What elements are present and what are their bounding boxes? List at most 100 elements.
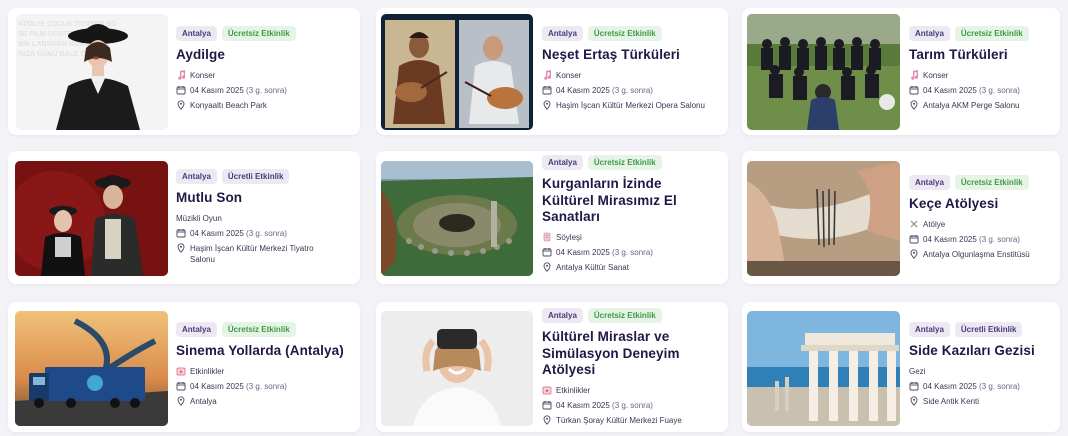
event-card[interactable]: ATÖLYE ÇOCUK TİYATRO SÖ ŞE FİLM GÖSTERİM… bbox=[8, 8, 360, 135]
event-date: 04 Kasım 2025 bbox=[190, 381, 244, 391]
event-date-relative: (3 g. sonra) bbox=[246, 228, 287, 238]
event-image-neset-ertas[interactable] bbox=[381, 14, 533, 130]
event-date: 04 Kasım 2025 bbox=[923, 85, 977, 95]
location-pin-icon bbox=[909, 248, 919, 259]
city-badge: Antalya bbox=[176, 322, 217, 337]
location-pin-icon bbox=[909, 99, 919, 110]
event-image-side-kazilari[interactable] bbox=[747, 311, 900, 426]
event-date: 04 Kasım 2025 bbox=[190, 85, 244, 95]
event-category: Gezi bbox=[909, 366, 926, 376]
music-note-icon bbox=[909, 69, 919, 80]
price-badge: Ücretli Etkinlik bbox=[221, 169, 290, 184]
event-date-relative: (3 g. sonra) bbox=[612, 247, 653, 257]
calendar-star-icon bbox=[542, 385, 552, 395]
event-venue: Haşim İşcan Kültür Merkezi Tiyatro Salon… bbox=[190, 243, 314, 264]
event-date-relative: (3 g. sonra) bbox=[979, 234, 1020, 244]
city-badge: Antalya bbox=[909, 175, 950, 190]
event-title[interactable]: Kültürel Miraslar ve Simülasyon Deneyim … bbox=[542, 329, 682, 379]
calendar-icon bbox=[542, 85, 552, 95]
location-pin-icon bbox=[176, 395, 186, 406]
location-pin-icon bbox=[542, 261, 552, 272]
price-badge: Ücretsiz Etkinlik bbox=[587, 155, 662, 170]
city-badge: Antalya bbox=[542, 26, 583, 41]
calendar-icon bbox=[176, 228, 186, 238]
event-card[interactable]: Antalya Ücretsiz Etkinlik Kültürel Miras… bbox=[376, 302, 728, 432]
event-venue: Antalya Kültür Sanat bbox=[556, 262, 629, 272]
calendar-icon bbox=[909, 85, 919, 95]
price-badge: Ücretsiz Etkinlik bbox=[221, 322, 296, 337]
event-card[interactable]: Antalya Ücretsiz Etkinlik Sinema Yollard… bbox=[8, 302, 360, 432]
event-title[interactable]: Kurganların İzinde Kültürel Mirasımız El… bbox=[542, 176, 682, 226]
event-title[interactable]: Aydilge bbox=[176, 47, 352, 64]
price-badge: Ücretli Etkinlik bbox=[954, 322, 1023, 337]
event-card[interactable]: Antalya Ücretsiz Etkinlik Kurganların İz… bbox=[376, 151, 728, 284]
price-badge: Ücretsiz Etkinlik bbox=[221, 26, 296, 41]
calendar-star-icon bbox=[176, 366, 186, 376]
event-category: Konser bbox=[190, 70, 216, 80]
event-venue: Antalya Olgunlaşma Enstitüsü bbox=[923, 249, 1030, 259]
location-pin-icon bbox=[909, 395, 919, 406]
calendar-icon bbox=[542, 247, 552, 257]
event-date-relative: (3 g. sonra) bbox=[612, 400, 653, 410]
city-badge: Antalya bbox=[542, 155, 583, 170]
event-date: 04 Kasım 2025 bbox=[190, 228, 244, 238]
event-date: 04 Kasım 2025 bbox=[556, 247, 610, 257]
document-icon bbox=[542, 232, 552, 242]
event-title[interactable]: Keçe Atölyesi bbox=[909, 196, 1057, 213]
event-image-kece-atolyesi[interactable] bbox=[747, 161, 900, 276]
event-category: Konser bbox=[923, 70, 949, 80]
price-badge: Ücretsiz Etkinlik bbox=[587, 308, 662, 323]
price-badge: Ücretsiz Etkinlik bbox=[954, 26, 1029, 41]
event-title[interactable]: Tarım Türküleri bbox=[909, 47, 1057, 64]
location-pin-icon bbox=[542, 99, 552, 110]
event-category: Etkinlikler bbox=[190, 366, 225, 376]
event-date: 04 Kasım 2025 bbox=[923, 234, 977, 244]
event-date-relative: (3 g. sonra) bbox=[979, 85, 1020, 95]
price-badge: Ücretsiz Etkinlik bbox=[954, 175, 1029, 190]
event-venue: Antalya AKM Perge Salonu bbox=[923, 100, 1020, 110]
calendar-icon bbox=[176, 381, 186, 391]
event-title[interactable]: Sinema Yollarda (Antalya) bbox=[176, 343, 354, 360]
location-pin-icon bbox=[176, 99, 186, 110]
event-card[interactable]: Antalya Ücretli Etkinlik Mutlu Son Müzik… bbox=[8, 151, 360, 284]
city-badge: Antalya bbox=[176, 26, 217, 41]
event-date-relative: (3 g. sonra) bbox=[612, 85, 653, 95]
price-badge: Ücretsiz Etkinlik bbox=[587, 26, 662, 41]
event-venue: Konyaaltı Beach Park bbox=[190, 100, 267, 110]
event-title[interactable]: Side Kazıları Gezisi bbox=[909, 343, 1057, 360]
event-date: 04 Kasım 2025 bbox=[556, 85, 610, 95]
event-image-mutlu-son[interactable] bbox=[15, 161, 168, 276]
event-image-simulasyon[interactable] bbox=[381, 311, 533, 426]
event-venue: Side Antik Kenti bbox=[923, 396, 980, 406]
event-venue: Haşim İşcan Kültür Merkezi Opera Salonu bbox=[556, 100, 705, 110]
event-title[interactable]: Mutlu Son bbox=[176, 190, 354, 207]
event-image-tarim-turkuleri[interactable] bbox=[747, 14, 900, 130]
event-image-aydilge[interactable]: ATÖLYE ÇOCUK TİYATRO SÖ ŞE FİLM GÖSTERİM… bbox=[16, 14, 168, 130]
event-card[interactable]: Antalya Ücretsiz Etkinlik Keçe Atölyesi … bbox=[742, 151, 1060, 284]
event-date: 04 Kasım 2025 bbox=[556, 400, 610, 410]
calendar-icon bbox=[542, 400, 552, 410]
event-card[interactable]: Antalya Ücretli Etkinlik Side Kazıları G… bbox=[742, 302, 1060, 432]
event-title[interactable]: Neşet Ertaş Türküleri bbox=[542, 47, 722, 64]
event-venue: Antalya bbox=[190, 396, 217, 406]
event-image-kurganlar[interactable] bbox=[381, 161, 533, 276]
location-pin-icon bbox=[176, 242, 186, 253]
city-badge: Antalya bbox=[542, 308, 583, 323]
event-venue: Türkan Şoray Kültür Merkezi Fuaye bbox=[556, 415, 682, 425]
event-card[interactable]: Antalya Ücretsiz Etkinlik Neşet Ertaş Tü… bbox=[376, 8, 728, 135]
location-pin-icon bbox=[542, 414, 552, 425]
calendar-icon bbox=[176, 85, 186, 95]
tools-icon bbox=[909, 219, 919, 229]
music-note-icon bbox=[176, 69, 186, 80]
city-badge: Antalya bbox=[909, 322, 950, 337]
event-date-relative: (3 g. sonra) bbox=[246, 85, 287, 95]
city-badge: Antalya bbox=[176, 169, 217, 184]
event-card[interactable]: Antalya Ücretsiz Etkinlik Tarım Türküler… bbox=[742, 8, 1060, 135]
event-category: Konser bbox=[556, 70, 582, 80]
event-category: Müzikli Oyun bbox=[176, 213, 222, 223]
event-category: Söyleşi bbox=[556, 232, 582, 242]
event-image-sinema-yollarda[interactable] bbox=[15, 311, 168, 426]
calendar-icon bbox=[909, 381, 919, 391]
calendar-icon bbox=[909, 234, 919, 244]
city-badge: Antalya bbox=[909, 26, 950, 41]
